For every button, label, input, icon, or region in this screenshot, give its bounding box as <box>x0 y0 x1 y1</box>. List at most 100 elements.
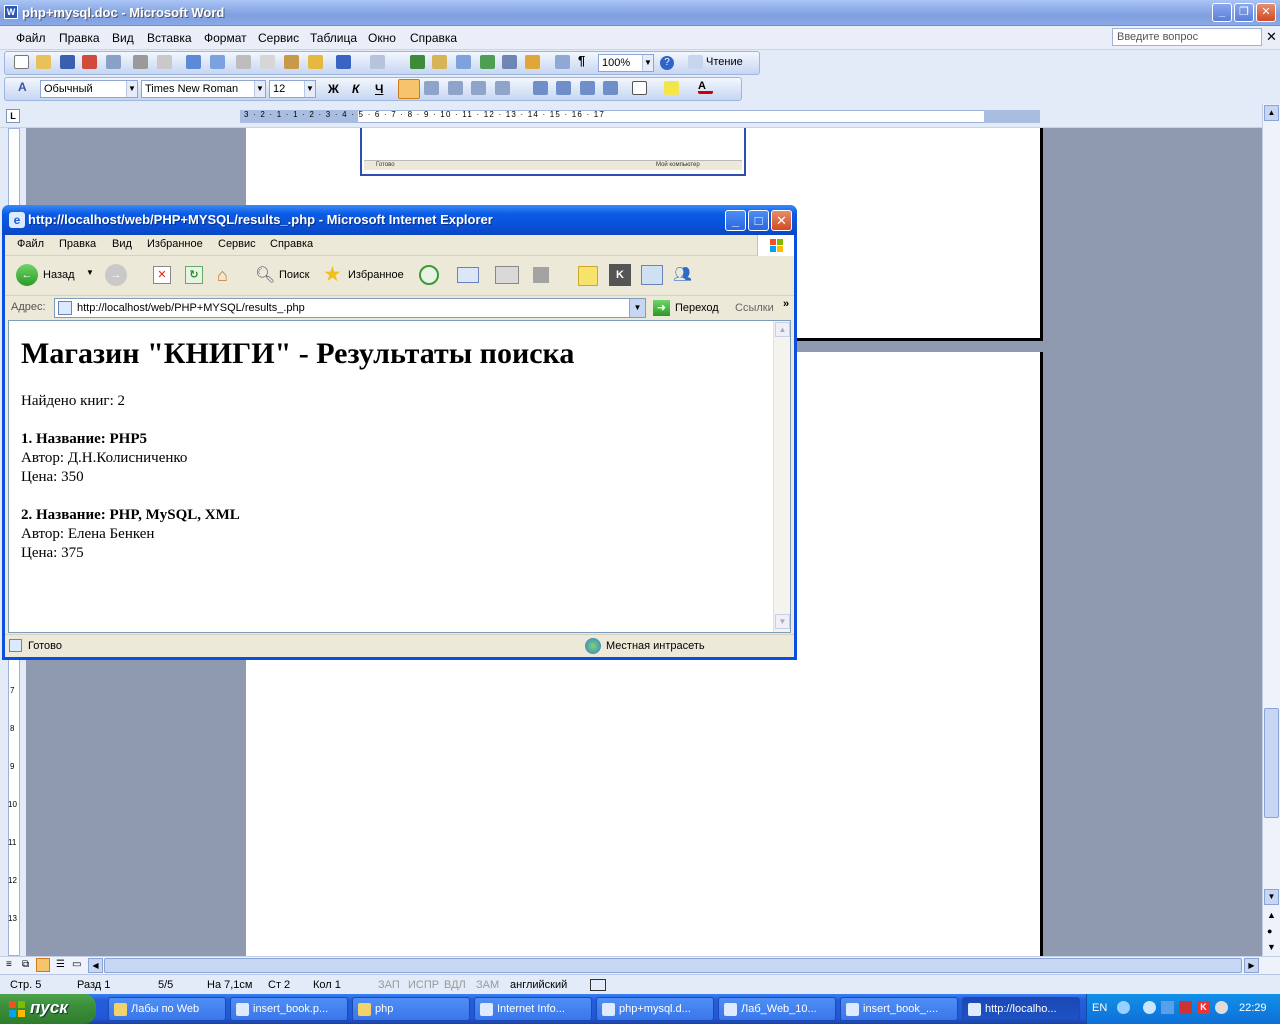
cut-icon[interactable] <box>236 55 251 69</box>
scroll-left-button[interactable]: ◀ <box>88 958 103 973</box>
task-labs-web[interactable]: Лабы по Web <box>108 997 226 1021</box>
menu-help[interactable]: Справка <box>410 31 457 45</box>
format-painter-icon[interactable] <box>308 55 323 69</box>
font-size-select[interactable]: 12 ▼ <box>269 80 316 98</box>
print-layout-icon[interactable] <box>36 958 50 972</box>
print-preview-icon[interactable] <box>157 55 172 69</box>
horizontal-scrollbar[interactable]: ≡ ⧉ ☰ ▭ ◀ ▶ <box>0 956 1280 974</box>
home-icon[interactable]: ⌂ <box>217 265 239 285</box>
undo-icon[interactable] <box>336 55 351 69</box>
open-icon[interactable] <box>36 55 51 69</box>
select-browse-icon[interactable]: ● <box>1267 926 1272 936</box>
close-document-icon[interactable]: ✕ <box>1266 29 1277 45</box>
increase-indent-icon[interactable] <box>603 81 618 95</box>
task-php-folder[interactable]: php <box>352 997 470 1021</box>
italic-button[interactable]: К <box>352 82 359 96</box>
align-right-icon[interactable] <box>448 81 463 95</box>
font-select[interactable]: Times New Roman ▼ <box>141 80 266 98</box>
highlight-icon[interactable] <box>664 81 679 95</box>
go-button[interactable]: Переход <box>675 302 719 314</box>
align-center-icon[interactable] <box>424 81 439 95</box>
print-icon[interactable] <box>133 55 148 69</box>
show-formatting-icon[interactable]: ¶ <box>578 53 593 68</box>
menu-format[interactable]: Формат <box>204 31 247 45</box>
scroll-down-button[interactable]: ▼ <box>1264 889 1279 905</box>
copy-icon[interactable] <box>260 55 275 69</box>
decrease-indent-icon[interactable] <box>580 81 595 95</box>
bold-button[interactable]: Ж <box>328 82 339 96</box>
back-button[interactable]: Назад <box>43 269 75 281</box>
spelling-status-icon[interactable] <box>590 979 606 991</box>
minimize-button[interactable]: _ <box>1212 3 1232 22</box>
ie-minimize-button[interactable]: _ <box>725 210 746 231</box>
tab-selector[interactable]: L <box>6 109 20 123</box>
hyperlink-icon[interactable] <box>410 55 425 69</box>
status-overtype[interactable]: ЗАМ <box>476 979 499 991</box>
links-button[interactable]: Ссылки <box>735 302 774 314</box>
vertical-scrollbar[interactable]: ▲ ▼ ▲ ● ▼ <box>1262 104 1280 956</box>
borders-icon[interactable] <box>632 81 647 95</box>
task-php-mysql-doc[interactable]: php+mysql.d... <box>596 997 714 1021</box>
justify-icon[interactable] <box>471 81 486 95</box>
menu-table[interactable]: Таблица <box>310 31 357 45</box>
research-icon[interactable] <box>641 265 663 285</box>
ie-menu-edit[interactable]: Правка <box>59 238 96 250</box>
style-select[interactable]: Обычный ▼ <box>40 80 138 98</box>
menu-view[interactable]: Вид <box>112 31 134 45</box>
status-rec[interactable]: ЗАП <box>378 979 400 991</box>
mail-icon[interactable] <box>457 267 479 283</box>
tool-tray-icon[interactable] <box>1179 1001 1192 1014</box>
print-icon[interactable] <box>495 266 519 284</box>
messenger-icon[interactable]: 👥︎ <box>673 265 697 285</box>
columns-icon[interactable] <box>502 55 517 69</box>
scroll-up-button[interactable]: ▲ <box>1264 105 1279 121</box>
ie-close-button[interactable]: ✕ <box>771 210 792 231</box>
discuss-icon[interactable] <box>578 266 598 286</box>
start-button[interactable]: пуск <box>0 994 96 1024</box>
refresh-icon[interactable]: ↻ <box>185 266 203 284</box>
styles-icon[interactable]: A <box>18 80 33 94</box>
font-color-icon[interactable]: A <box>698 80 713 94</box>
search-button[interactable]: Поиск <box>279 269 309 281</box>
insert-table-icon[interactable] <box>456 55 471 69</box>
numbering-icon[interactable] <box>533 81 548 95</box>
reading-view-icon[interactable]: ▭ <box>72 959 81 970</box>
network-tray-icon[interactable] <box>1143 1001 1156 1014</box>
research-icon[interactable] <box>210 55 225 69</box>
task-insert-book-2[interactable]: insert_book_.... <box>840 997 958 1021</box>
normal-view-icon[interactable]: ≡ <box>6 959 12 970</box>
ie-menu-favorites[interactable]: Избранное <box>147 238 203 250</box>
edit-icon[interactable] <box>533 267 549 283</box>
next-page-icon[interactable]: ▼ <box>1267 942 1276 952</box>
links-chevron-icon[interactable]: » <box>783 298 789 310</box>
outline-view-icon[interactable]: ☰ <box>56 959 65 970</box>
spelling-icon[interactable] <box>186 55 201 69</box>
favorites-button[interactable]: Избранное <box>348 269 404 281</box>
paste-icon[interactable] <box>284 55 299 69</box>
menu-tools[interactable]: Сервис <box>258 31 299 45</box>
address-input[interactable]: http://localhost/web/PHP+MYSQL/results_.… <box>54 298 646 318</box>
reading-layout-button[interactable]: Чтение <box>706 56 743 68</box>
underline-button[interactable]: Ч <box>375 82 383 96</box>
address-dropdown-icon[interactable]: ▼ <box>629 299 645 317</box>
ie-menu-tools[interactable]: Сервис <box>218 238 256 250</box>
menu-insert[interactable]: Вставка <box>147 31 192 45</box>
task-ie-localhost[interactable]: http://localho... <box>962 997 1080 1021</box>
scroll-thumb[interactable] <box>1264 708 1279 818</box>
language-indicator[interactable]: EN <box>1092 1002 1107 1014</box>
ie-tray-icon[interactable] <box>1117 1001 1130 1014</box>
redo-icon[interactable] <box>370 55 385 69</box>
antivirus-tray-icon[interactable]: K <box>1197 1001 1210 1014</box>
tables-borders-icon[interactable] <box>432 55 447 69</box>
align-left-icon[interactable] <box>398 79 420 99</box>
history-icon[interactable] <box>419 265 439 285</box>
display-tray-icon[interactable] <box>1161 1001 1174 1014</box>
document-map-icon[interactable] <box>555 55 570 69</box>
task-internet-info[interactable]: Internet Info... <box>474 997 592 1021</box>
menu-window[interactable]: Окно <box>368 31 396 45</box>
clock[interactable]: 22:29 <box>1239 1002 1267 1014</box>
web-view-icon[interactable]: ⧉ <box>22 959 29 970</box>
drawing-icon[interactable] <box>525 55 540 69</box>
search-icon[interactable]: 🔍︎ <box>255 265 275 285</box>
forward-arrow-icon[interactable]: → <box>105 264 127 286</box>
